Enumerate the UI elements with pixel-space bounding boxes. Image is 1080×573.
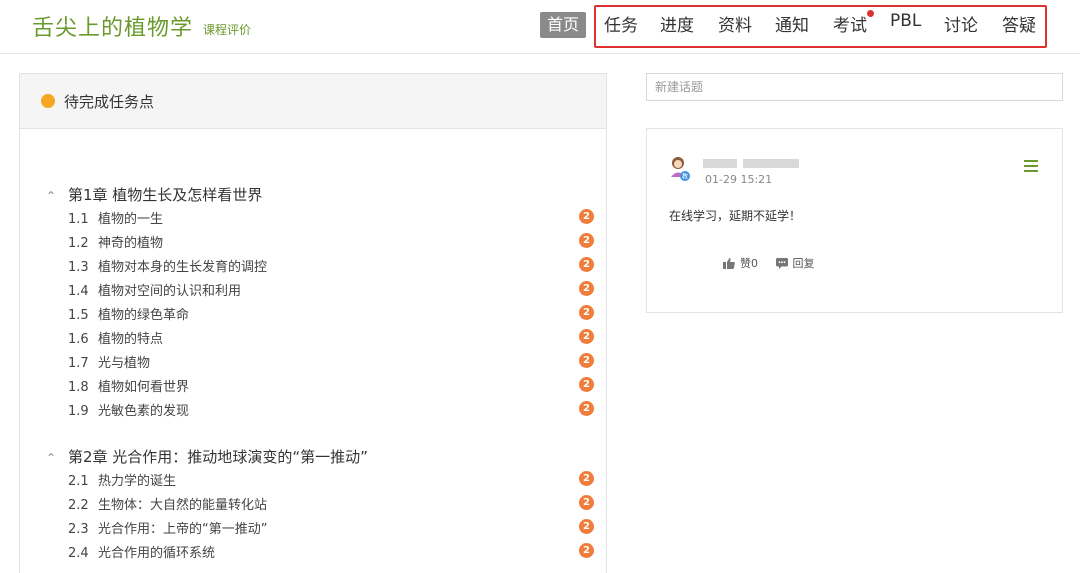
course-evaluation-link[interactable]: 课程评价 (203, 21, 251, 38)
task-count-badge: 2 (579, 305, 594, 320)
author-name-redacted (703, 159, 737, 168)
chapter-2-header[interactable]: ⌃ 第2章 光合作用：推动地球演变的“第一推动” (46, 446, 368, 467)
task-count-badge: 2 (579, 495, 594, 510)
like-button[interactable]: 赞0 (723, 255, 758, 271)
task-count-badge: 2 (579, 519, 594, 534)
nav-tasks[interactable]: 任务 (604, 11, 638, 36)
nav-discussion[interactable]: 讨论 (944, 11, 978, 36)
nav-exams[interactable]: 考试 (833, 11, 867, 36)
lesson-item[interactable]: 2.2 生物体：大自然的能量转化站 (68, 494, 267, 513)
lesson-item[interactable]: 1.7 光与植物 (68, 352, 150, 371)
post-timestamp: 01-29 15:21 (705, 173, 773, 186)
thumbs-up-icon (723, 257, 735, 269)
task-count-badge: 2 (579, 401, 594, 416)
lesson-item[interactable]: 1.5 植物的绿色革命 (68, 304, 189, 323)
nav-progress[interactable]: 进度 (660, 11, 694, 36)
lesson-item[interactable]: 1.3 植物对本身的生长发育的调控 (68, 256, 267, 275)
nav-materials[interactable]: 资料 (718, 11, 752, 36)
post-actions: 赞0 回复 (723, 255, 829, 272)
post-content: 在线学习，延期不延学！ (669, 209, 802, 223)
task-count-badge: 2 (579, 377, 594, 392)
new-topic-input[interactable]: 新建话题 (646, 73, 1063, 101)
nav-qa[interactable]: 答疑 (1002, 11, 1036, 36)
task-count-badge: 2 (579, 471, 594, 486)
lesson-item[interactable]: 2.1 热力学的诞生 (68, 470, 176, 489)
task-count-badge: 2 (579, 281, 594, 296)
pending-tasks-panel: 待完成任务点 ⌃ 第1章 植物生长及怎样看世界 1.1 植物的一生 2 1.2 神奇的… (19, 73, 607, 573)
task-count-badge: 2 (579, 543, 594, 558)
svg-text:教: 教 (682, 173, 688, 181)
lesson-item[interactable]: 2.3 光合作用：上帝的“第一推动” (68, 518, 267, 537)
task-count-badge: 2 (579, 353, 594, 368)
task-count-badge: 2 (579, 233, 594, 248)
nav-home[interactable]: 首页 (540, 12, 586, 38)
task-count-badge: 2 (579, 209, 594, 224)
pending-tasks-header: 待完成任务点 (20, 74, 606, 129)
chapter-1-header[interactable]: ⌃ 第1章 植物生长及怎样看世界 (46, 184, 262, 205)
lesson-item[interactable]: 1.4 植物对空间的认识和利用 (68, 280, 241, 299)
lesson-item[interactable]: 1.1 植物的一生 (68, 208, 163, 227)
status-dot-icon (41, 94, 55, 108)
reply-button[interactable]: 回复 (775, 255, 815, 271)
lesson-item[interactable]: 1.8 植物如何看世界 (68, 376, 189, 395)
reply-label: 回复 (792, 257, 815, 270)
teacher-avatar-icon: 教 (671, 157, 690, 181)
course-title[interactable]: 舌尖上的植物学 (32, 10, 193, 42)
like-count: 赞0 (740, 257, 758, 270)
lesson-item[interactable]: 1.9 光敏色素的发现 (68, 400, 189, 419)
comment-icon (775, 257, 788, 269)
top-header: 舌尖上的植物学 课程评价 首页 任务 进度 资料 通知 考试 PBL 讨论 答疑 (0, 0, 1080, 54)
lesson-item[interactable]: 2.4 光合作用的循环系统 (68, 542, 215, 561)
exam-notification-dot (867, 10, 874, 17)
nav-pbl[interactable]: PBL (890, 11, 921, 31)
discussion-post-card: 教 01-29 15:21 在线学习，延期不延学！ 赞0 回复 (646, 128, 1063, 313)
author-info-redacted (743, 159, 799, 168)
task-count-badge: 2 (579, 329, 594, 344)
chevron-up-icon[interactable]: ⌃ (46, 189, 60, 203)
chevron-up-icon[interactable]: ⌃ (46, 451, 60, 465)
task-count-badge: 2 (579, 257, 594, 272)
nav-notices[interactable]: 通知 (775, 11, 809, 36)
pending-tasks-title: 待完成任务点 (64, 93, 155, 111)
hamburger-menu-icon[interactable] (1024, 160, 1038, 172)
lesson-item[interactable]: 1.6 植物的特点 (68, 328, 163, 347)
lesson-item[interactable]: 1.2 神奇的植物 (68, 232, 163, 251)
